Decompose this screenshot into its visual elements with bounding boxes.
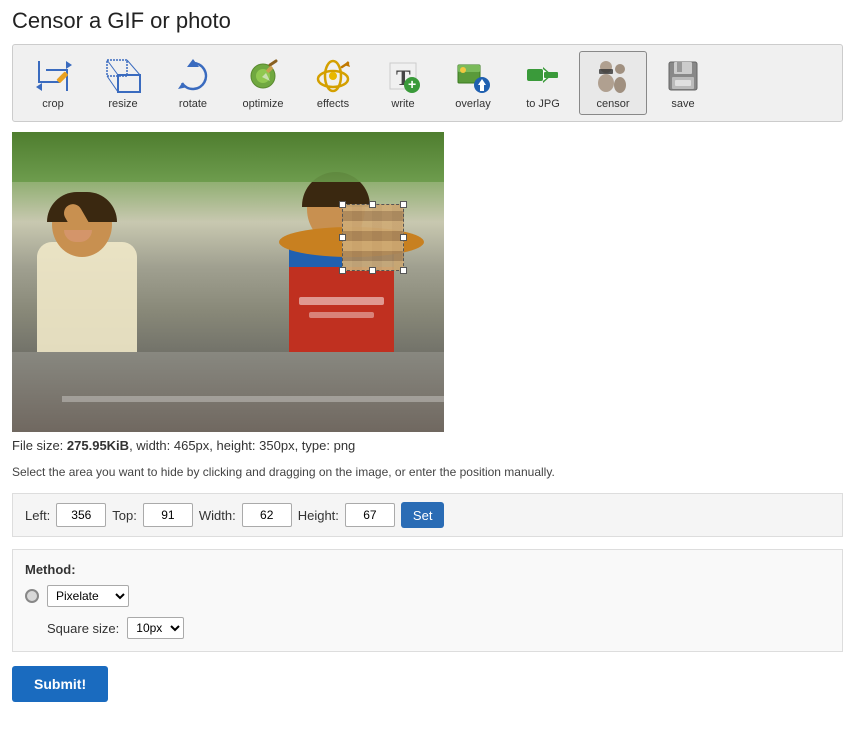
effects-label: effects xyxy=(317,98,349,110)
tool-write[interactable]: T + write xyxy=(369,51,437,115)
tool-optimize[interactable]: optimize xyxy=(229,51,297,115)
tool-censor[interactable]: censor xyxy=(579,51,647,115)
crop-label: crop xyxy=(42,98,63,110)
tool-to-jpg[interactable]: to JPG xyxy=(509,51,577,115)
method-section: Method: Pixelate Blur Black Bar Square s… xyxy=(12,549,843,652)
photo-canvas[interactable] xyxy=(12,132,444,432)
page-title: Censor a GIF or photo xyxy=(12,8,843,34)
rotate-icon xyxy=(173,56,213,96)
set-button[interactable]: Set xyxy=(401,502,445,528)
submit-button[interactable]: Submit! xyxy=(12,666,108,702)
left-label: Left: xyxy=(25,508,50,523)
overlay-label: overlay xyxy=(455,98,490,110)
censor-pixelate-overlay xyxy=(342,204,404,271)
optimize-label: optimize xyxy=(243,98,284,110)
resize-label: resize xyxy=(108,98,137,110)
image-container[interactable] xyxy=(12,132,444,432)
tool-save[interactable]: save xyxy=(649,51,717,115)
height-label: Height: xyxy=(298,508,339,523)
file-size-value: 275.95KiB xyxy=(67,438,129,453)
svg-text:+: + xyxy=(408,76,416,92)
file-info: File size: 275.95KiB, width: 465px, heig… xyxy=(12,438,843,453)
save-icon xyxy=(663,56,703,96)
square-size-label: Square size: xyxy=(47,621,119,636)
to-jpg-label: to JPG xyxy=(526,98,560,110)
overlay-icon xyxy=(453,56,493,96)
crop-icon xyxy=(33,56,73,96)
tool-crop[interactable]: crop xyxy=(19,51,87,115)
tool-resize[interactable]: resize xyxy=(89,51,157,115)
height-input[interactable] xyxy=(345,503,395,527)
optimize-icon xyxy=(243,56,283,96)
rotate-label: rotate xyxy=(179,98,207,110)
foliage xyxy=(12,132,444,182)
write-icon: T + xyxy=(383,56,423,96)
toolbar: crop resize rotate xyxy=(12,44,843,122)
coords-bar: Left: Top: Width: Height: Set xyxy=(12,493,843,537)
top-label: Top: xyxy=(112,508,137,523)
square-size-select[interactable]: 10px 5px 15px 20px xyxy=(127,617,184,639)
top-input[interactable] xyxy=(143,503,193,527)
censor-icon xyxy=(593,56,633,96)
tool-overlay[interactable]: overlay xyxy=(439,51,507,115)
to-jpg-icon xyxy=(523,56,563,96)
method-select[interactable]: Pixelate Blur Black Bar xyxy=(47,585,129,607)
tool-rotate[interactable]: rotate xyxy=(159,51,227,115)
resize-icon xyxy=(103,56,143,96)
save-label: save xyxy=(671,98,694,110)
file-size-rest: , width: 465px, height: 350px, type: png xyxy=(129,438,355,453)
file-size-label: File size: xyxy=(12,438,67,453)
effects-icon xyxy=(313,56,353,96)
left-input[interactable] xyxy=(56,503,106,527)
method-radio[interactable] xyxy=(25,589,39,603)
road xyxy=(12,352,444,432)
censor-label: censor xyxy=(596,98,629,110)
width-input[interactable] xyxy=(242,503,292,527)
write-label: write xyxy=(391,98,414,110)
road-line xyxy=(62,396,444,402)
tool-effects[interactable]: effects xyxy=(299,51,367,115)
method-section-label: Method: xyxy=(25,562,830,577)
width-label: Width: xyxy=(199,508,236,523)
instruction-text: Select the area you want to hide by clic… xyxy=(12,461,843,483)
